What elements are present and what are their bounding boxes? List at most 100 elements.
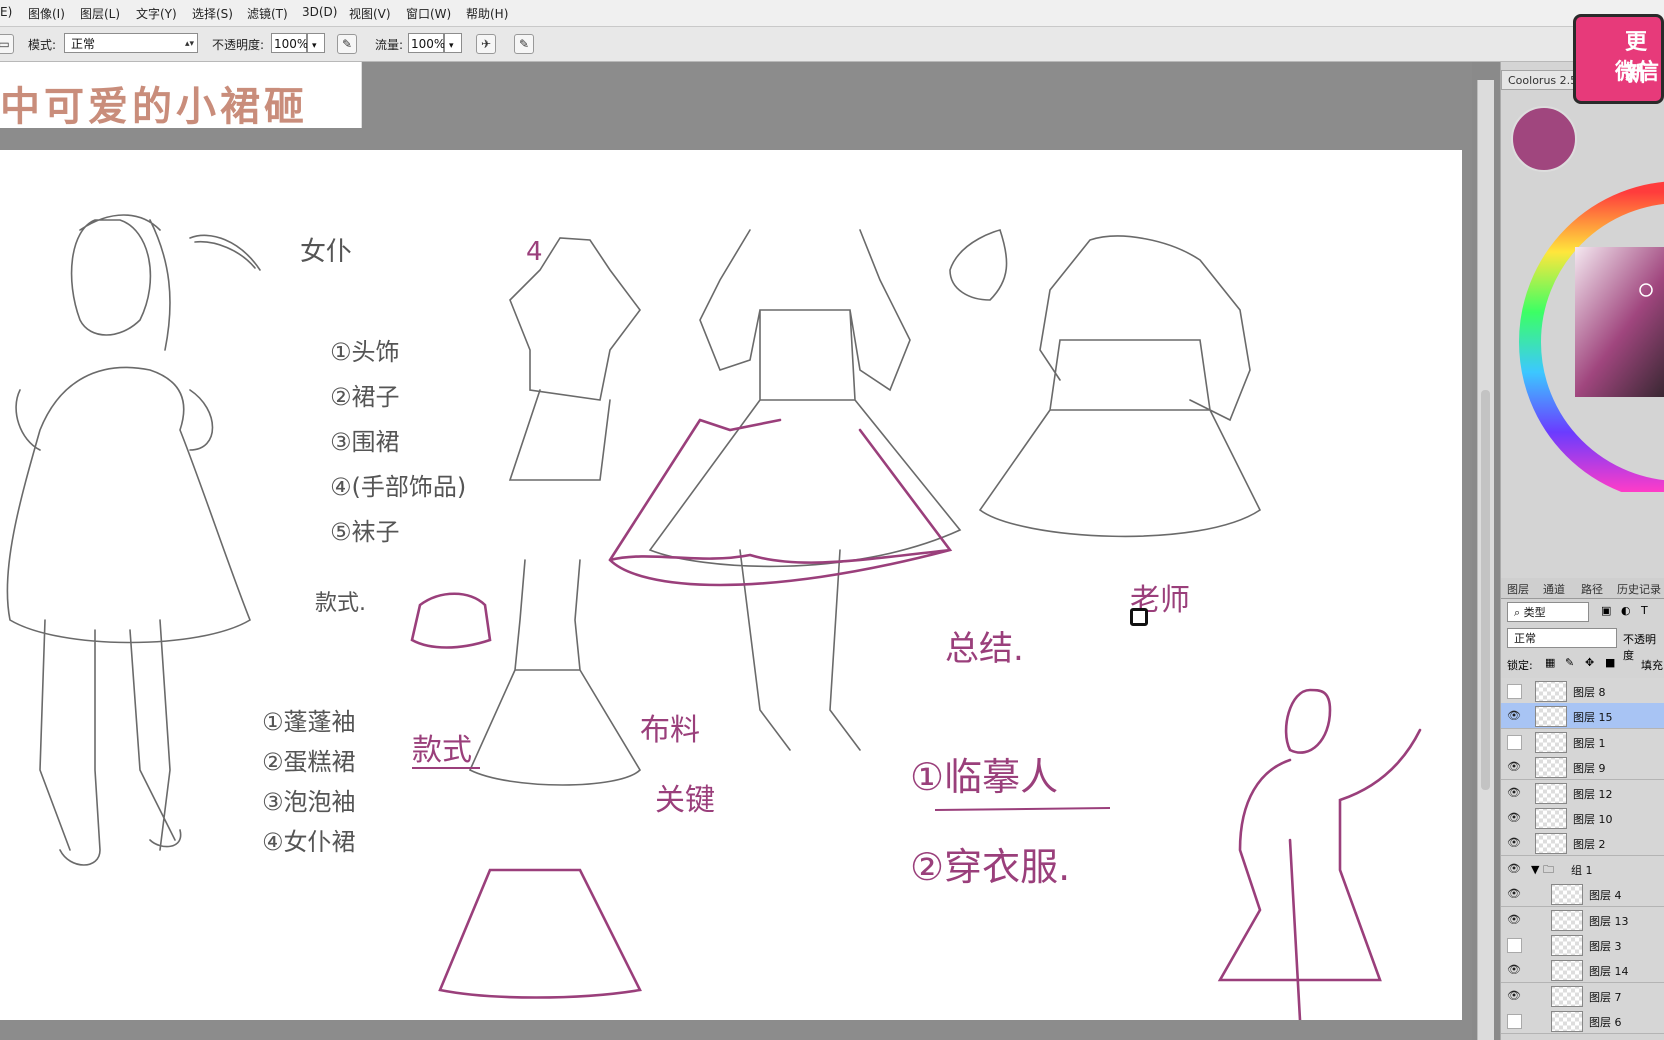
layer-name: 图层 1 — [1573, 736, 1606, 750]
layer-name: 组 1 — [1571, 863, 1593, 877]
layer-row[interactable]: 👁 图层 2 — [1501, 830, 1664, 857]
layer-thumbnail — [1551, 1011, 1583, 1033]
layer-row[interactable]: 👁 图层 12 — [1501, 779, 1664, 806]
lock-row: 锁定: ▦ ✎ ✥ ■ 填充 — [1501, 652, 1664, 676]
layer-filter-select[interactable]: ⌕ 类型 — [1507, 602, 1589, 622]
options-bar: ▭ 模式: 正常 ▴▾ 不透明度: 100% ▾ ✎ 流量: 100% ▾ ✈ ✎ — [0, 27, 1664, 62]
layer-name: 图层 13 — [1589, 914, 1629, 928]
layer-thumbnail — [1551, 985, 1583, 1007]
menu-type[interactable]: 文字(Y) — [136, 5, 177, 22]
visibility-eye-icon[interactable] — [1507, 684, 1522, 699]
filter-search-icon: ⌕ — [1514, 606, 1524, 619]
brush-preset-icon[interactable]: ▭ — [0, 34, 14, 54]
opacity-arrow-icon: ▾ — [312, 41, 317, 51]
flow-dropdown[interactable]: ▾ — [444, 33, 462, 53]
flow-label: 流量: — [375, 38, 404, 52]
layer-row[interactable]: 👁 图层 4 — [1501, 881, 1664, 908]
layer-group-row[interactable]: 👁 ▼ 🗀 组 1 — [1501, 855, 1664, 882]
menu-image[interactable]: 图像(I) — [28, 5, 65, 22]
visibility-eye-icon[interactable]: 👁 — [1507, 862, 1521, 875]
menu-filter[interactable]: 滤镜(T) — [247, 5, 288, 22]
layer-row[interactable]: 👁 图层 13 — [1501, 906, 1664, 933]
layer-row[interactable]: 👁 图层 9 — [1501, 754, 1664, 781]
layer-panel-tabs: 图层 通道 路径 历史记录 — [1501, 578, 1664, 599]
menu-help[interactable]: 帮助(H) — [466, 5, 508, 22]
document-canvas[interactable]: 女仆 ①头饰 ②裙子 ③围裙 ④(手部饰品) ⑤袜子 款式. 4 ①蓬蓬袖 ②蛋… — [0, 150, 1462, 1020]
maid-title-note: 女仆 — [300, 237, 352, 267]
filter-adjust-icon[interactable]: ◐ — [1621, 604, 1631, 617]
color-wheel[interactable] — [1515, 162, 1664, 492]
group-expand-icon[interactable]: ▼ 🗀 — [1531, 861, 1554, 880]
layer-row[interactable]: 👁 图层 15 — [1501, 703, 1664, 730]
tab-layers[interactable]: 图层 — [1507, 581, 1529, 597]
layer-name: 图层 2 — [1573, 838, 1606, 852]
lock-position-icon[interactable]: ✥ — [1585, 656, 1594, 669]
mode-select[interactable]: 正常 ▴▾ — [64, 33, 198, 53]
flow-field[interactable]: 100% — [408, 33, 445, 53]
filter-type-icon[interactable]: T — [1641, 604, 1648, 617]
visibility-eye-icon[interactable] — [1507, 734, 1522, 750]
pressure-size-icon[interactable]: ✎ — [514, 34, 534, 54]
menu-layer[interactable]: 图层(L) — [80, 5, 120, 22]
menu-view[interactable]: 视图(V) — [349, 5, 391, 22]
layer-thumbnail — [1535, 681, 1567, 702]
tab-paths[interactable]: 路径 — [1581, 581, 1603, 597]
layer-thumbnail — [1551, 960, 1583, 982]
lock-label: 锁定: — [1507, 659, 1533, 672]
tab-history[interactable]: 历史记录 — [1617, 581, 1661, 597]
mode-label: 模式: — [28, 38, 57, 52]
filter-image-icon[interactable]: ▣ — [1601, 604, 1611, 617]
summary-ink-note-2: ②穿衣服. — [910, 845, 1070, 889]
layer-row[interactable]: 图层 3 — [1501, 932, 1664, 958]
visibility-eye-icon[interactable]: 👁 — [1507, 836, 1521, 849]
blend-mode-select[interactable]: 正常 — [1507, 628, 1617, 648]
visibility-eye-icon[interactable]: 👁 — [1507, 760, 1521, 773]
mode-value: 正常 — [71, 37, 96, 51]
visibility-eye-icon[interactable] — [1507, 1014, 1522, 1030]
layer-row[interactable]: 图层 8 — [1501, 678, 1664, 704]
item-note-5: ⑤袜子 — [330, 518, 400, 546]
canvas-scrollbar[interactable] — [1477, 80, 1494, 1040]
layer-row[interactable]: 👁 图层 14 — [1501, 957, 1664, 984]
visibility-eye-icon[interactable] — [1507, 938, 1522, 953]
visibility-eye-icon[interactable]: 👁 — [1507, 786, 1521, 799]
tab-channels[interactable]: 通道 — [1543, 581, 1565, 597]
menu-3d[interactable]: 3D(D) — [302, 5, 337, 19]
layer-name: 图层 12 — [1573, 787, 1613, 801]
layer-row[interactable]: 👁 图层 10 — [1501, 805, 1664, 831]
layer-name: 图层 15 — [1573, 711, 1613, 725]
menu-window[interactable]: 窗口(W) — [406, 5, 451, 22]
menu-edit[interactable]: E) — [0, 5, 12, 19]
shirt-sketch — [508, 237, 641, 481]
right-panel: Coolorus 2.5 图层 通道 路径 历史记录 ⌕ 类型 ▣ ◐ T 正常… — [1500, 62, 1664, 1040]
saturation-value-square[interactable] — [1575, 247, 1664, 397]
visibility-eye-icon[interactable]: 👁 — [1507, 913, 1521, 926]
airbrush-icon[interactable]: ✈ — [476, 34, 496, 54]
menu-select[interactable]: 选择(S) — [192, 5, 233, 22]
visibility-eye-icon[interactable]: 👁 — [1507, 963, 1521, 976]
apron-dress-sketch — [468, 559, 642, 786]
kuanshi-ink-note: 款式 — [412, 733, 472, 768]
scrollbar-thumb[interactable] — [1481, 390, 1490, 790]
layer-thumbnail — [1535, 782, 1567, 804]
visibility-eye-icon[interactable]: 👁 — [1507, 887, 1521, 900]
layer-row[interactable]: 图层 6 — [1501, 1008, 1664, 1035]
layer-name: 图层 6 — [1589, 1016, 1622, 1030]
fill-label: 填充 — [1641, 659, 1663, 672]
lock-all-icon[interactable]: ■ — [1605, 656, 1615, 669]
item-note-4: ④(手部饰品) — [330, 473, 466, 501]
summary-ink-note-1: ①临摹人 — [910, 755, 1058, 799]
layer-thumbnail — [1535, 706, 1567, 728]
layer-row[interactable]: 图层 1 — [1501, 728, 1664, 755]
visibility-eye-icon[interactable]: 👁 — [1507, 989, 1521, 1002]
layer-row[interactable]: 👁 图层 7 — [1501, 982, 1664, 1009]
visibility-eye-icon[interactable]: 👁 — [1507, 811, 1521, 824]
visibility-eye-icon[interactable]: 👁 — [1507, 709, 1521, 722]
lock-transparent-icon[interactable]: ▦ — [1545, 656, 1555, 669]
opacity-field[interactable]: 100% — [271, 33, 308, 53]
item-note-2: ②裙子 — [330, 383, 400, 411]
pressure-opacity-icon[interactable]: ✎ — [337, 34, 357, 54]
opacity-dropdown[interactable]: ▾ — [307, 33, 325, 53]
layer-thumbnail — [1551, 884, 1583, 906]
lock-pixels-icon[interactable]: ✎ — [1565, 656, 1574, 669]
